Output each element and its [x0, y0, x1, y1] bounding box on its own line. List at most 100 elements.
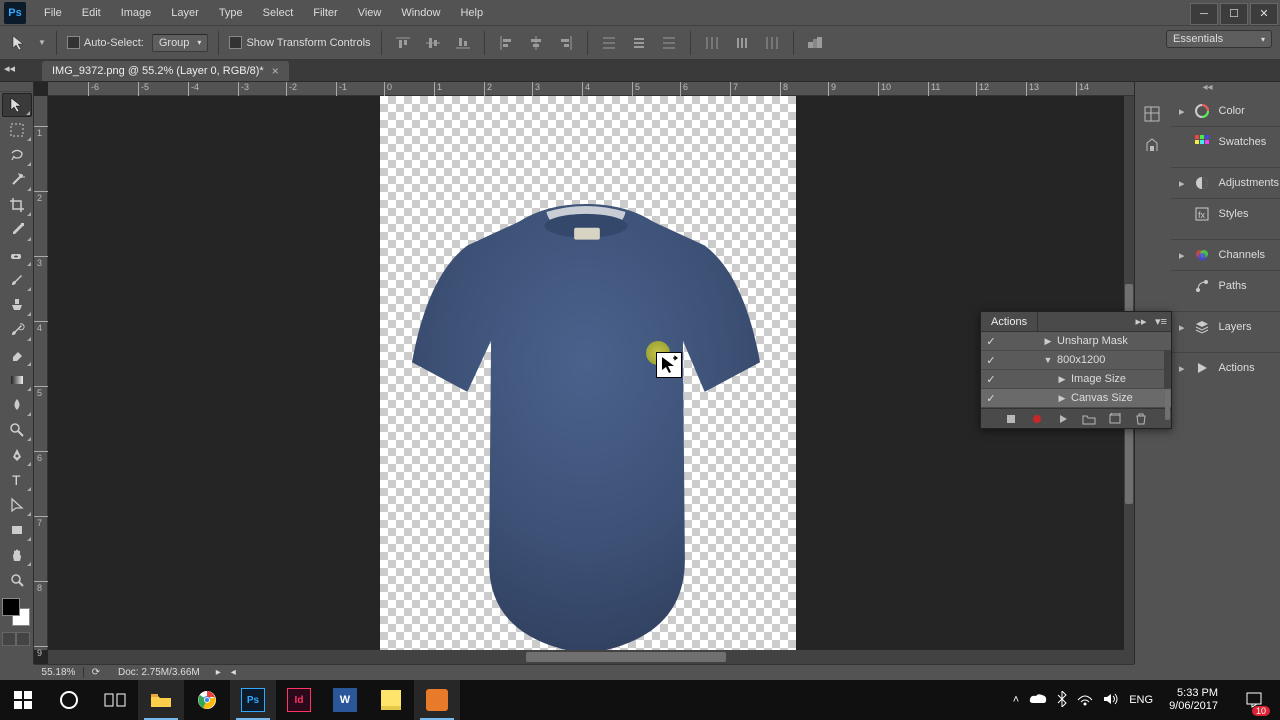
- panel-adjustments[interactable]: ▸Adjustments: [1171, 167, 1280, 198]
- close-tab-icon[interactable]: ×: [272, 64, 279, 78]
- tray-onedrive-icon[interactable]: [1029, 693, 1047, 708]
- history-brush-tool[interactable]: [2, 318, 32, 342]
- play-action-icon[interactable]: [1055, 411, 1071, 427]
- align-hcenter-icon[interactable]: [525, 32, 547, 54]
- distribute-vcenter-icon[interactable]: [628, 32, 650, 54]
- healing-brush-tool[interactable]: [2, 243, 32, 267]
- eyedropper-tool[interactable]: [2, 218, 32, 242]
- pen-tool[interactable]: [2, 443, 32, 467]
- eraser-tool[interactable]: [2, 343, 32, 367]
- workspace-switcher-dropdown[interactable]: Essentials▾: [1166, 30, 1272, 48]
- start-button[interactable]: [0, 680, 46, 720]
- foreground-background-swatches[interactable]: [2, 598, 30, 626]
- zoom-tool[interactable]: [2, 568, 32, 592]
- panel-channels[interactable]: ▸Channels: [1171, 239, 1280, 270]
- tray-volume-icon[interactable]: [1103, 692, 1119, 709]
- clone-stamp-tool[interactable]: [2, 293, 32, 317]
- task-view-button[interactable]: [92, 680, 138, 720]
- gradient-tool[interactable]: [2, 368, 32, 392]
- action-row[interactable]: ✓ ▼800x1200: [981, 351, 1171, 370]
- action-row[interactable]: ✓ ▶Image Size: [981, 370, 1171, 389]
- brush-tool[interactable]: [2, 268, 32, 292]
- status-flyout-icon[interactable]: ▸: [210, 667, 227, 678]
- action-row[interactable]: ✓ ▶Unsharp Mask: [981, 332, 1171, 351]
- new-set-icon[interactable]: [1081, 411, 1097, 427]
- taskbar-word-icon[interactable]: W: [322, 680, 368, 720]
- panel-layers[interactable]: ▸Layers: [1171, 311, 1280, 342]
- align-top-icon[interactable]: [392, 32, 414, 54]
- auto-select-mode-dropdown[interactable]: Group▾: [152, 34, 209, 52]
- taskbar-app-icon[interactable]: [414, 680, 460, 720]
- magic-wand-tool[interactable]: [2, 168, 32, 192]
- canvas[interactable]: [380, 96, 796, 650]
- panel-swatches[interactable]: ▸Swatches: [1171, 126, 1280, 157]
- menu-view[interactable]: View: [348, 0, 392, 26]
- menu-select[interactable]: Select: [253, 0, 304, 26]
- document-tab[interactable]: IMG_9372.png @ 55.2% (Layer 0, RGB/8)* ×: [42, 61, 289, 81]
- stop-recording-icon[interactable]: [1003, 411, 1019, 427]
- actions-scrollbar[interactable]: [1164, 350, 1171, 388]
- panel-paths[interactable]: ▸Paths: [1171, 270, 1280, 301]
- distribute-top-icon[interactable]: [598, 32, 620, 54]
- align-left-icon[interactable]: [495, 32, 517, 54]
- menu-type[interactable]: Type: [209, 0, 253, 26]
- move-tool[interactable]: [2, 93, 32, 117]
- window-minimize-button[interactable]: ─: [1190, 3, 1218, 25]
- actions-panel-tab[interactable]: Actions: [981, 312, 1038, 332]
- action-toggle-icon[interactable]: ✓: [981, 373, 1001, 386]
- panel-menu-icon[interactable]: ▾≡: [1153, 314, 1169, 330]
- taskbar-photoshop-icon[interactable]: Ps: [230, 680, 276, 720]
- align-vcenter-icon[interactable]: [422, 32, 444, 54]
- lasso-tool[interactable]: [2, 143, 32, 167]
- rectangle-tool[interactable]: [2, 518, 32, 542]
- dock-collapse-icon[interactable]: ◂◂: [1135, 82, 1280, 96]
- action-row[interactable]: ✓ ▶Canvas Size: [981, 389, 1171, 408]
- distribute-left-icon[interactable]: [701, 32, 723, 54]
- window-maximize-button[interactable]: ☐: [1220, 3, 1248, 25]
- dock-stub-icon[interactable]: [1138, 100, 1166, 128]
- action-toggle-icon[interactable]: ✓: [981, 335, 1001, 348]
- tray-bluetooth-icon[interactable]: [1057, 691, 1067, 710]
- menu-file[interactable]: File: [34, 0, 72, 26]
- menu-edit[interactable]: Edit: [72, 0, 111, 26]
- auto-select-checkbox[interactable]: Auto-Select:: [67, 36, 144, 49]
- taskbar-notes-icon[interactable]: [368, 680, 414, 720]
- tray-network-icon[interactable]: [1077, 692, 1093, 709]
- tray-language[interactable]: ENG: [1129, 694, 1153, 706]
- taskbar-chrome-icon[interactable]: [184, 680, 230, 720]
- panel-color[interactable]: ▸Color: [1171, 96, 1280, 126]
- panel-flyout-icon[interactable]: ▸▸: [1133, 314, 1149, 330]
- begin-recording-icon[interactable]: [1029, 411, 1045, 427]
- window-close-button[interactable]: ✕: [1250, 3, 1278, 25]
- panel-actions[interactable]: ▸Actions: [1171, 352, 1280, 383]
- canvas-viewport[interactable]: [48, 96, 1124, 650]
- tray-notifications-icon[interactable]: 10: [1234, 680, 1274, 720]
- type-tool[interactable]: T: [2, 468, 32, 492]
- action-toggle-icon[interactable]: ✓: [981, 392, 1001, 405]
- distribute-bottom-icon[interactable]: [658, 32, 680, 54]
- quick-mask-toggle[interactable]: [2, 632, 31, 646]
- panel-styles[interactable]: ▸fxStyles: [1171, 198, 1280, 229]
- dock-stub-icon[interactable]: [1138, 132, 1166, 160]
- new-action-icon[interactable]: [1107, 411, 1123, 427]
- distribute-right-icon[interactable]: [761, 32, 783, 54]
- show-transform-checkbox[interactable]: Show Transform Controls: [229, 36, 370, 49]
- crop-tool[interactable]: [2, 193, 32, 217]
- zoom-level[interactable]: 55.18%: [34, 667, 84, 678]
- hand-tool[interactable]: [2, 543, 32, 567]
- align-bottom-icon[interactable]: [452, 32, 474, 54]
- delete-action-icon[interactable]: [1133, 411, 1149, 427]
- distribute-hcenter-icon[interactable]: [731, 32, 753, 54]
- document-info[interactable]: Doc: 2.75M/3.66M: [108, 667, 210, 678]
- taskbar-explorer-icon[interactable]: [138, 680, 184, 720]
- chevron-down-icon[interactable]: ▼: [38, 38, 46, 47]
- tab-scroll-left-icon[interactable]: ◂◂: [4, 62, 15, 75]
- auto-align-icon[interactable]: [804, 32, 826, 54]
- tray-overflow-icon[interactable]: ˄: [1013, 694, 1019, 706]
- menu-window[interactable]: Window: [391, 0, 450, 26]
- menu-filter[interactable]: Filter: [303, 0, 347, 26]
- cortana-button[interactable]: [46, 680, 92, 720]
- dodge-tool[interactable]: [2, 418, 32, 442]
- marquee-tool[interactable]: [2, 118, 32, 142]
- status-sync-icon[interactable]: ⟳: [84, 667, 108, 678]
